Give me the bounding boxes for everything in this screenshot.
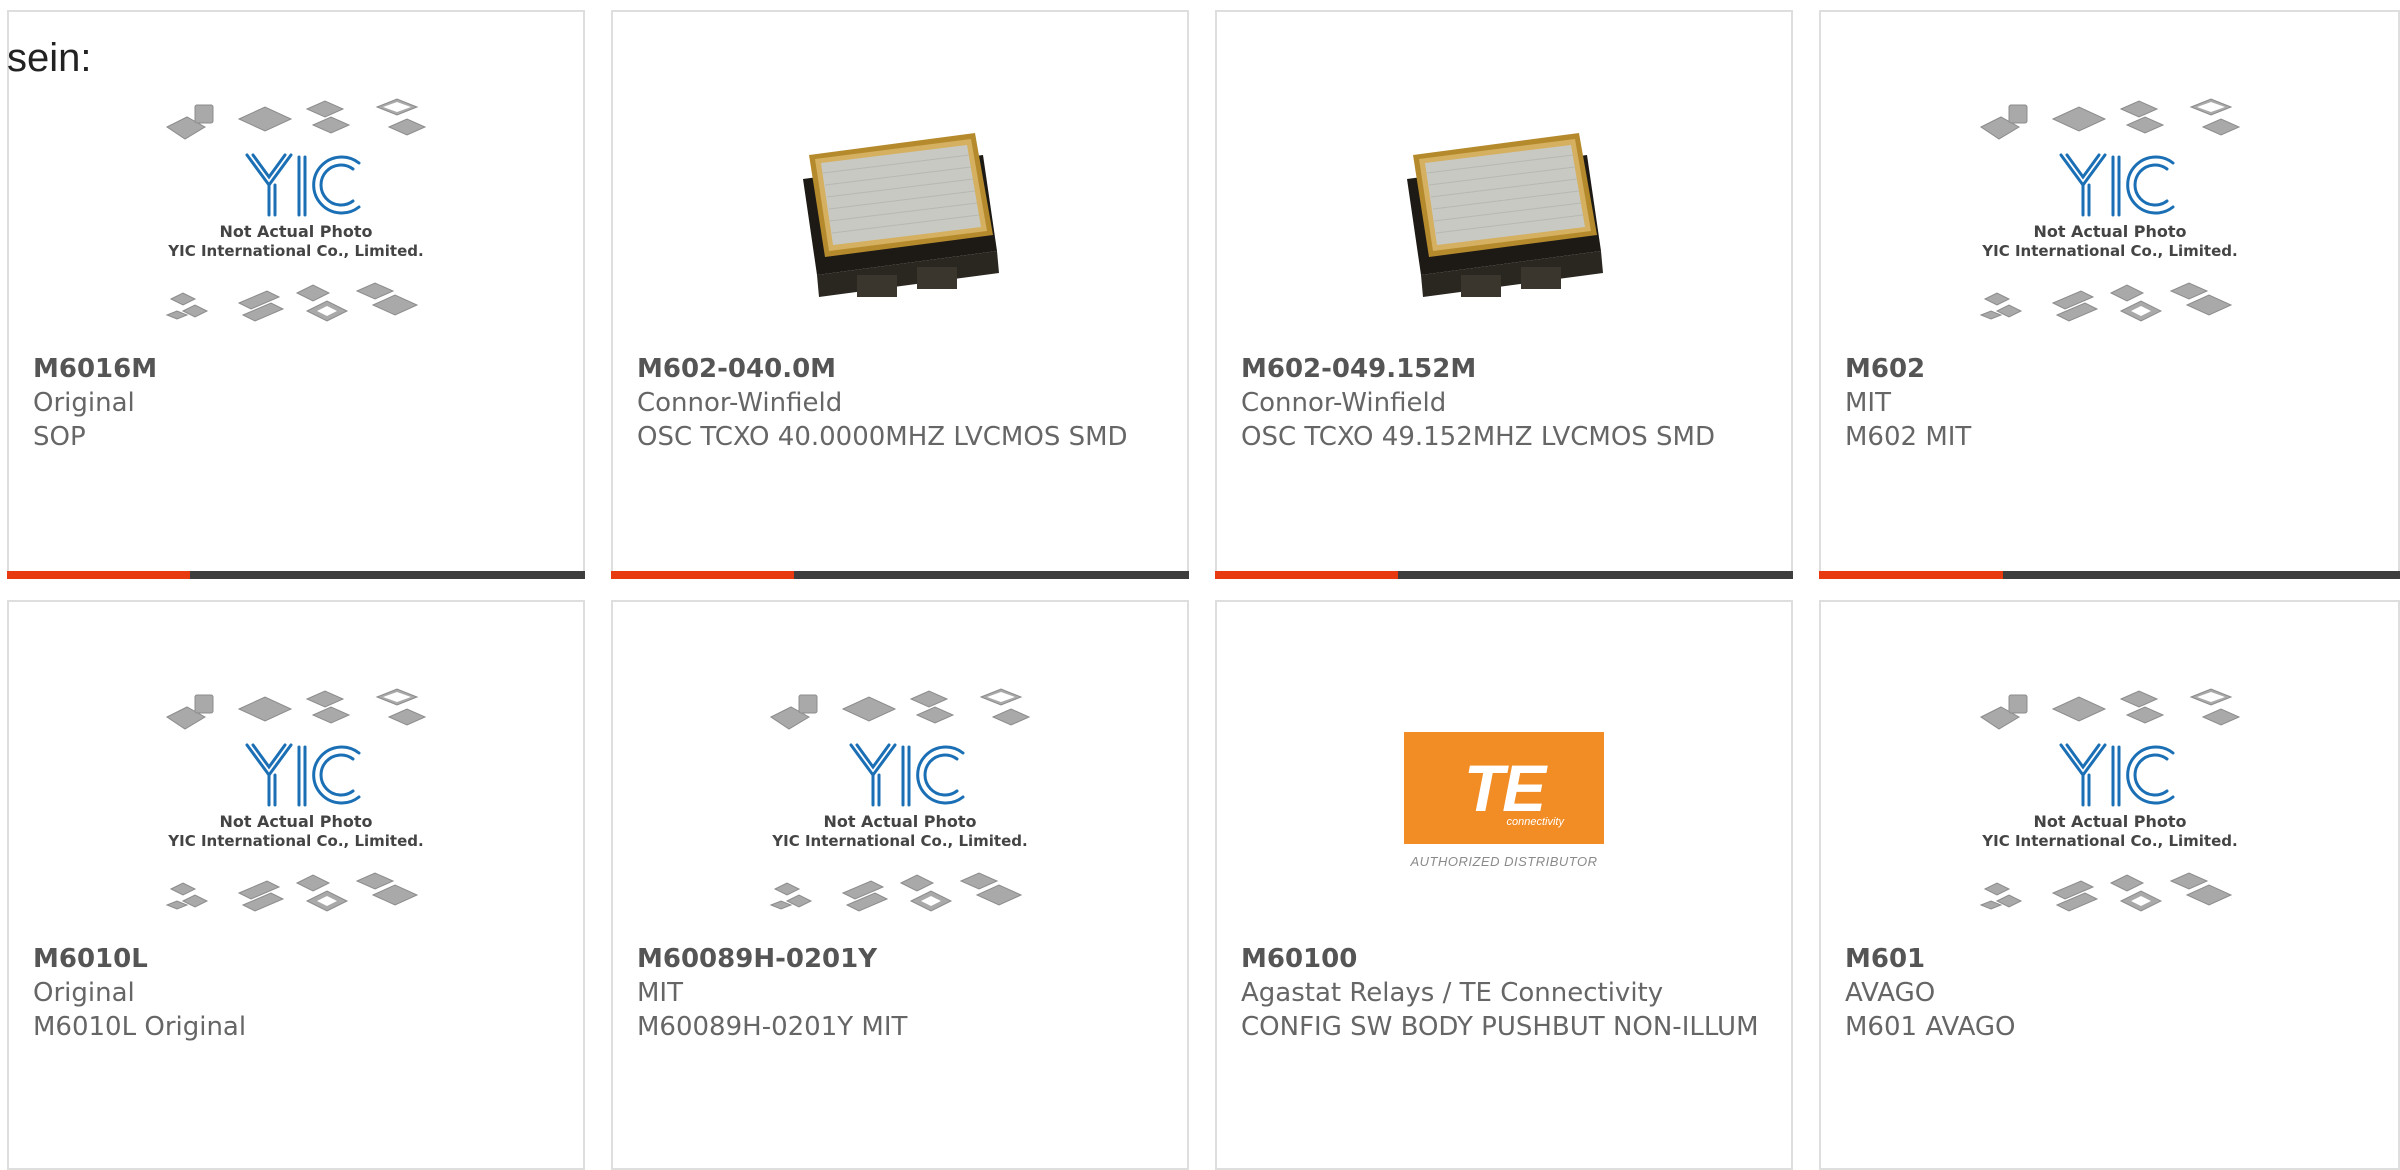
manufacturer: Original	[33, 388, 135, 418]
description: SOP	[33, 422, 86, 452]
product-thumbnail[interactable]	[9, 660, 583, 940]
yic-placeholder-image	[165, 687, 427, 913]
te-logo-text: TE	[1463, 750, 1546, 825]
part-number-link[interactable]: M602-040.0M	[637, 352, 1167, 386]
intro-text: sein:	[7, 36, 92, 80]
manufacturer: Original	[33, 978, 135, 1008]
description: M6010L Original	[33, 1012, 247, 1042]
card-accent-bar	[611, 571, 794, 579]
card-bottom-bar	[1819, 571, 2400, 579]
card-bottom-bar	[7, 571, 585, 579]
part-number-link[interactable]: M602	[1845, 352, 2378, 386]
product-thumbnail[interactable]	[1821, 70, 2398, 350]
te-logo-subtext: connectivity	[1506, 815, 1564, 828]
te-logo-box: TE connectivity	[1404, 731, 1604, 844]
product-card[interactable]: M602-049.152M Connor-Winfield OSC TCXO 4…	[1215, 10, 1793, 579]
crystal-oscillator-image	[802, 132, 1000, 298]
manufacturer: Connor-Winfield	[637, 388, 843, 418]
card-bottom-bar	[1215, 571, 1793, 579]
description: OSC TCXO 40.0000MHZ LVCMOS SMD	[637, 422, 1128, 452]
yic-placeholder-image	[769, 687, 1031, 913]
description: M60089H-0201Y MIT	[637, 1012, 908, 1042]
part-number-link[interactable]: M601	[1845, 942, 2378, 976]
part-number-link[interactable]: M602-049.152M	[1241, 352, 1771, 386]
description: CONFIG SW BODY PUSHBUT NON-ILLUM	[1241, 1012, 1759, 1042]
product-thumbnail[interactable]	[9, 70, 583, 350]
card-accent-bar	[7, 571, 190, 579]
product-card[interactable]: M602 MIT M602 MIT	[1819, 10, 2400, 579]
description: M602 MIT	[1845, 422, 1972, 452]
product-card[interactable]: M60089H-0201Y MIT M60089H-0201Y MIT	[611, 600, 1189, 1170]
manufacturer: Agastat Relays / TE Connectivity	[1241, 978, 1664, 1008]
product-thumbnail[interactable]	[613, 660, 1187, 940]
manufacturer: AVAGO	[1845, 978, 1936, 1008]
description: M601 AVAGO	[1845, 1012, 2016, 1042]
manufacturer: MIT	[1845, 388, 1891, 418]
card-accent-bar	[1215, 571, 1398, 579]
part-number-link[interactable]: M6010L	[33, 942, 563, 976]
yic-placeholder-image	[1979, 97, 2240, 323]
crystal-oscillator-image	[1406, 132, 1604, 298]
yic-placeholder-image	[1979, 687, 2240, 913]
product-thumbnail[interactable]	[1821, 660, 2398, 940]
product-card[interactable]: M602-040.0M Connor-Winfield OSC TCXO 40.…	[611, 10, 1189, 579]
manufacturer: MIT	[637, 978, 683, 1008]
yic-placeholder-image	[165, 97, 427, 323]
card-bottom-bar	[611, 571, 1189, 579]
product-card[interactable]: M601 AVAGO M601 AVAGO	[1819, 600, 2400, 1170]
te-logo-image: TE connectivity AUTHORIZED DISTRIBUTOR	[1404, 731, 1604, 869]
product-card[interactable]: M6016M Original SOP	[7, 10, 585, 579]
part-number-link[interactable]: M60100	[1241, 942, 1771, 976]
card-accent-bar	[1819, 571, 2003, 579]
product-card[interactable]: M6010L Original M6010L Original	[7, 600, 585, 1170]
product-thumbnail[interactable]	[613, 70, 1187, 350]
product-thumbnail[interactable]: TE connectivity AUTHORIZED DISTRIBUTOR	[1217, 660, 1791, 940]
product-card[interactable]: TE connectivity AUTHORIZED DISTRIBUTOR M…	[1215, 600, 1793, 1170]
product-thumbnail[interactable]	[1217, 70, 1791, 350]
authorized-distributor-label: AUTHORIZED DISTRIBUTOR	[1410, 853, 1598, 869]
manufacturer: Connor-Winfield	[1241, 388, 1447, 418]
description: OSC TCXO 49.152MHZ LVCMOS SMD	[1241, 422, 1716, 452]
part-number-link[interactable]: M6016M	[33, 352, 563, 386]
part-number-link[interactable]: M60089H-0201Y	[637, 942, 1167, 976]
